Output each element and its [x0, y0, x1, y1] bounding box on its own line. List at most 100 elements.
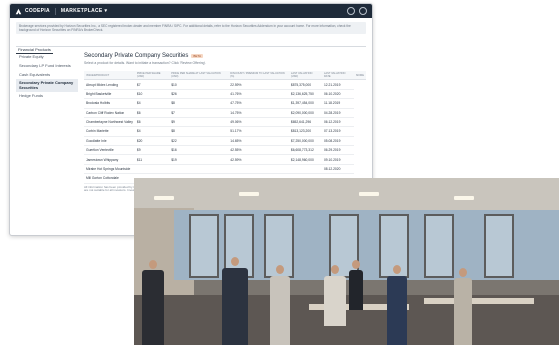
table-cell: $8 [169, 126, 229, 137]
issuer-name-cell[interactable]: Carbon Cliff Rodex Nation [84, 108, 135, 118]
table-cell: $16 [169, 145, 229, 156]
issuer-name-cell[interactable]: Goodlatte Inle [84, 136, 135, 147]
issuer-name-cell[interactable]: Abrupt Midex Lending [84, 79, 135, 90]
marketplace-menu[interactable]: MARKETPLACE ▾ [61, 8, 107, 14]
disclosure-banner: Brokerage services provided by Horizon S… [16, 22, 366, 35]
person-head [276, 265, 284, 274]
table-cell: 22.59% [228, 79, 289, 90]
chevron-down-icon: ▾ [104, 8, 108, 14]
person-head [393, 265, 401, 274]
window [484, 214, 514, 278]
table-cell: $6 [134, 117, 170, 128]
table-cell: $4 [134, 98, 170, 109]
window [424, 214, 454, 278]
securities-table: ISSUER/PRODUCT PRICE PER SHARE (USD) PRI… [84, 71, 366, 184]
person-head [352, 260, 360, 269]
table-cell: $8 [169, 98, 229, 109]
person [454, 278, 472, 345]
page-title-row: Secondary Private Company Securities BET… [84, 53, 366, 59]
column-header[interactable]: PRICE PER SHARE AT LAST VALUATION (USD) [169, 71, 229, 81]
issuer-name-cell[interactable]: Chamberlayne Northwest Valley [84, 117, 135, 128]
person [142, 270, 164, 345]
person [222, 268, 248, 345]
window [189, 214, 219, 278]
brand-name: CODEPIA [25, 8, 50, 14]
table-cell: $2,136,625,750 [288, 89, 322, 100]
desk [424, 298, 534, 304]
table-row[interactable]: Abrupt Midex Lending $7 $10 22.59% $875,375,… [84, 79, 366, 90]
help-icon[interactable] [347, 7, 355, 15]
column-header: MORE [354, 71, 366, 81]
table-cell: 06.12.2019 [321, 117, 355, 128]
issuer-name-cell[interactable]: Guertlon Venteville [84, 145, 135, 156]
table-cell: $875,375,000 [288, 79, 322, 90]
person-head [149, 260, 157, 269]
ceiling-light [154, 196, 174, 200]
table-cell: $9 [169, 117, 229, 128]
divider [54, 7, 56, 15]
issuer-name-cell[interactable]: Jamestown Whippany [84, 154, 135, 165]
sidebar: Private Equity Secondary LP Fund Interes… [16, 53, 78, 193]
settings-icon[interactable] [359, 7, 367, 15]
table-cell: $2,090,000,000 [288, 108, 322, 118]
table-cell: $10 [169, 79, 229, 90]
table-cell: $7 [134, 79, 170, 90]
column-header[interactable]: LAST VALUATION (USD) [288, 71, 322, 81]
table-cell: 11.18.2019 [321, 98, 355, 109]
issuer-name-cell[interactable]: Mill Gorton Cottondale [84, 173, 135, 184]
table-cell: $26 [169, 89, 229, 100]
table-cell: 42.59% [228, 154, 289, 165]
ceiling [134, 178, 559, 212]
table-cell: 09.10.2019 [321, 154, 355, 165]
table-cell: $4 [134, 126, 170, 137]
table-row[interactable]: Carbon Cliff Rodex Nation $6 $7 14.75% $2,09… [84, 108, 366, 118]
table-cell [228, 164, 289, 175]
ceiling-light [359, 192, 379, 196]
table-cell: 47.75% [228, 98, 289, 109]
sidebar-item-secondary-private[interactable]: Secondary Private Company Securities [16, 79, 78, 93]
table-cell: $19 [169, 154, 229, 165]
sidebar-item-hedge-funds[interactable]: Hedge Funds [16, 92, 78, 101]
table-row[interactable]: Corbin Mariette $4 $8 51.17% $813,123,200 07.… [84, 126, 366, 137]
table-cell: $7 [169, 108, 229, 118]
person-head [331, 265, 339, 274]
sidebar-item-cash-equivalents[interactable]: Cash Equivalents [16, 71, 78, 80]
table-cell: 51.17% [228, 126, 289, 137]
table-cell: $11 [134, 154, 170, 165]
issuer-name-cell[interactable]: Brodvala Holbits [84, 98, 135, 109]
table-cell: $1,397,454,000 [288, 98, 322, 109]
table-cell: $10 [134, 89, 170, 100]
column-header[interactable]: ISSUER/PRODUCT [84, 71, 135, 81]
ceiling-light [454, 196, 474, 200]
table-cell: $9 [134, 145, 170, 156]
top-navbar: CODEPIA MARKETPLACE ▾ [10, 4, 372, 18]
column-header[interactable]: DISCOUNT / PREMIUM TO LAST VALUATION (%) [228, 71, 289, 81]
table-row[interactable]: Guertlon Venteville $9 $16 42.55% $6,608,773… [84, 145, 366, 156]
beta-badge: BETA [191, 54, 204, 59]
marketplace-label: MARKETPLACE [60, 8, 103, 14]
table-cell: 14.75% [228, 108, 289, 118]
brand-logo-icon [15, 8, 22, 14]
tab-bar: Financial Products [16, 38, 366, 55]
table-cell: $20 [134, 136, 170, 147]
table-row[interactable]: Brodvala Holbits $4 $8 47.75% $1,397,454,000… [84, 98, 366, 109]
issuer-name-cell[interactable]: Corbin Mariette [84, 126, 135, 137]
table-cell: $652,641,296 [288, 117, 322, 128]
main-content: Secondary Private Company Securities BET… [78, 53, 366, 193]
issuer-name-cell[interactable]: Mirabe Hot Springs Mountside [84, 164, 135, 175]
table-cell: 41.76% [228, 89, 289, 100]
table-row[interactable]: Mirabe Hot Springs Mountside 08.12.2020 [84, 164, 366, 175]
column-header[interactable]: PRICE PER SHARE (USD) [134, 71, 170, 81]
issuer-name-cell[interactable]: Bright Basketville [84, 89, 135, 100]
table-cell: 06.10.2020 [321, 89, 355, 100]
column-header[interactable]: LAST VALUATION DATE [321, 71, 355, 81]
ceiling-light [239, 192, 259, 196]
table-row[interactable]: Chamberlayne Northwest Valley $6 $9 49.06% $… [84, 117, 366, 128]
sidebar-item-secondary-lp[interactable]: Secondary LP Fund Interests [16, 62, 78, 71]
table-row[interactable]: Jamestown Whippany $11 $19 42.59% $2,148,960… [84, 154, 366, 165]
sidebar-item-private-equity[interactable]: Private Equity [16, 53, 78, 62]
table-cell: $6 [134, 108, 170, 118]
table-row[interactable]: Bright Basketville $10 $26 41.76% $2,136,625… [84, 89, 366, 100]
table-row[interactable]: Goodlatte Inle $20 $22 14.65% $7,250,000,000… [84, 136, 366, 147]
table-cell: 06.29.2019 [321, 145, 355, 156]
